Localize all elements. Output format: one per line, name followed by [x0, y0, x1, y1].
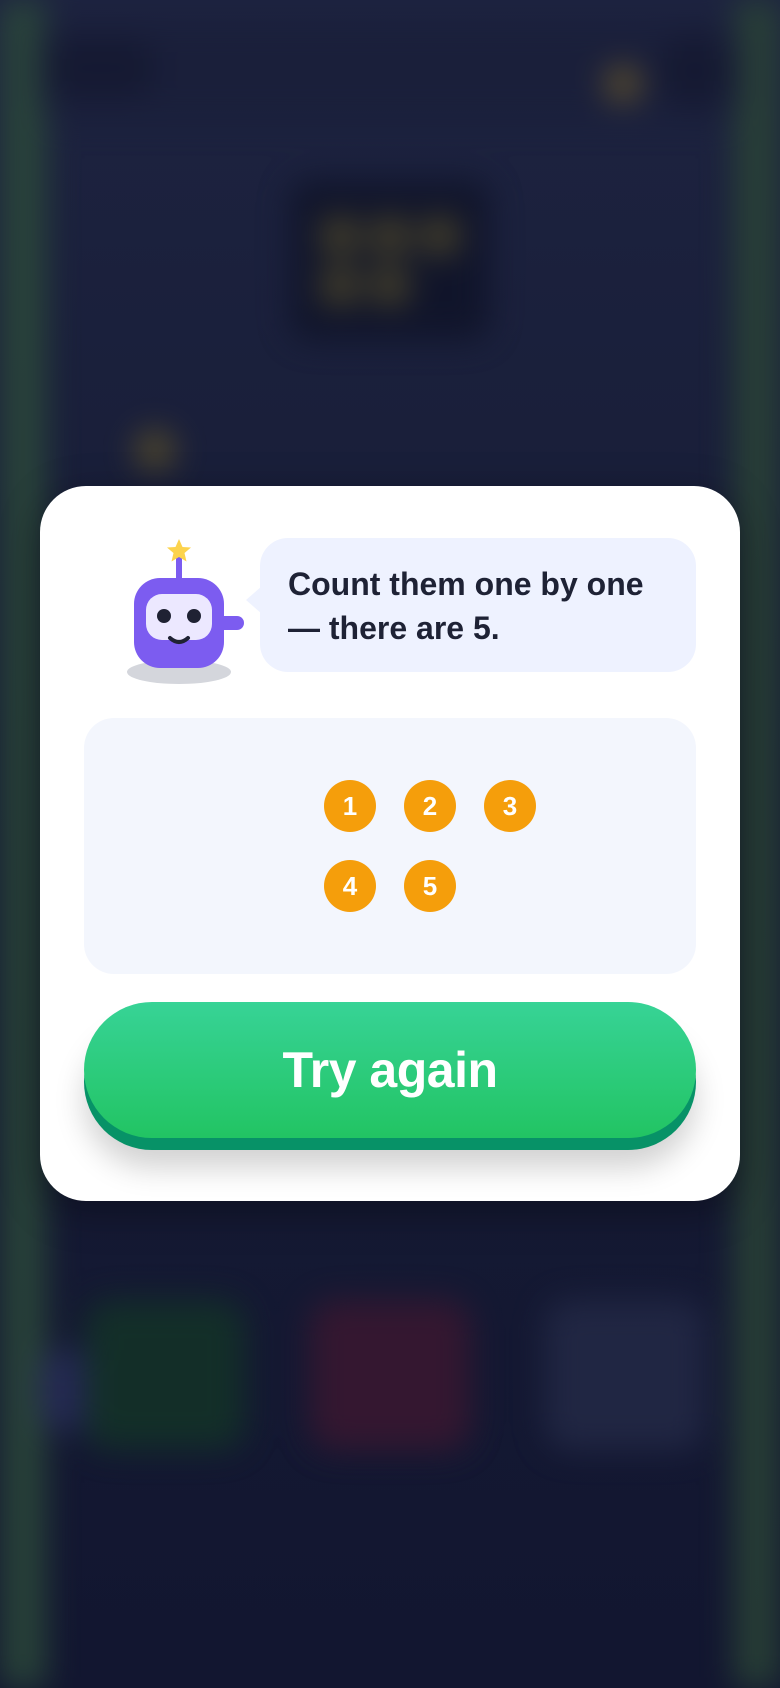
background-card: [545, 1300, 705, 1450]
background-card: [310, 1300, 470, 1450]
background-edge: [734, 0, 780, 1688]
background-pill: [46, 40, 156, 96]
count-dot: 5: [404, 860, 456, 912]
hint-message: Count them one by one — there are 5.: [260, 538, 696, 672]
counting-panel: 1 2 3 4 5: [84, 718, 696, 974]
count-dot: 3: [484, 780, 536, 832]
background-round-button: [660, 36, 730, 106]
try-again-button-wrapper: Try again: [84, 1002, 696, 1162]
count-dot: 4: [324, 860, 376, 912]
feedback-dialog: Count them one by one — there are 5. 1 2…: [40, 486, 740, 1201]
count-dot: 2: [404, 780, 456, 832]
background-star-icon: [135, 430, 175, 470]
try-again-button[interactable]: Try again: [84, 1002, 696, 1138]
background-card: [85, 1300, 245, 1450]
count-dot: 1: [324, 780, 376, 832]
background-coin-icon: [605, 66, 641, 102]
robot-mascot-icon: [127, 539, 244, 684]
background-question-tile: [290, 180, 490, 340]
